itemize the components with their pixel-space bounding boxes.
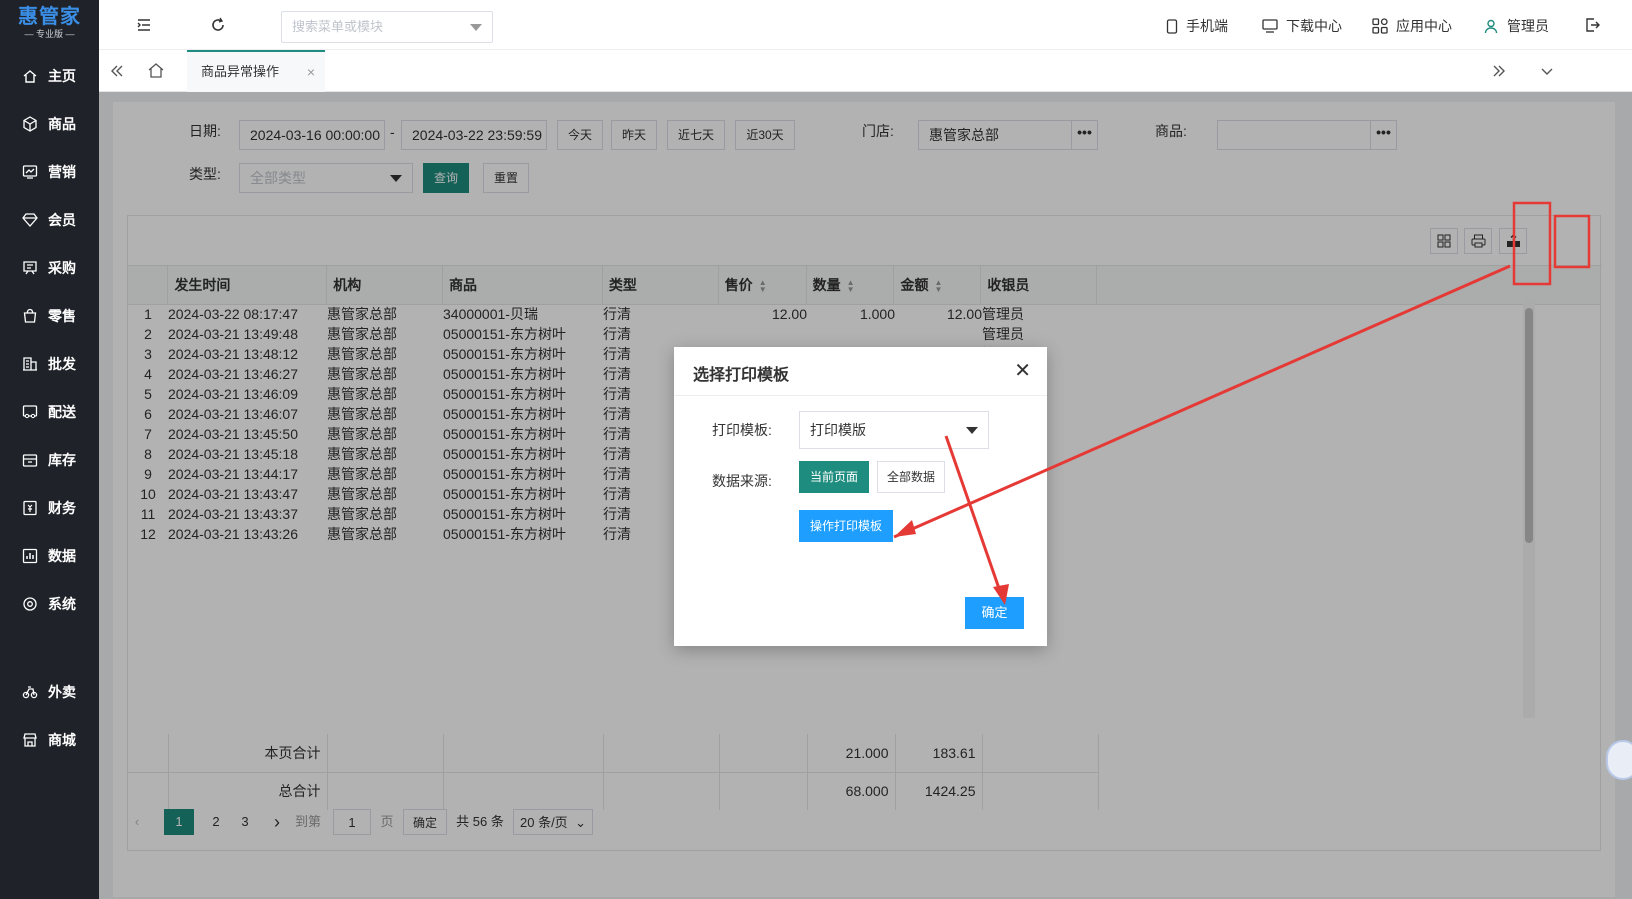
refresh-icon[interactable] [210,17,226,33]
purchase-icon [23,261,37,275]
sidebar: 惠管家 — 专业版 — 主页商品营销会员采购零售批发配送库存财务数据系统外卖商城 [0,0,99,899]
chart-icon [22,548,38,564]
tab-bar: 商品异常操作 × [99,50,1632,92]
edit-print-template-button[interactable]: 操作打印模板 [799,510,893,542]
sidebar-item-2[interactable]: 营销 [0,152,99,192]
sidebar-item-label: 财务 [48,500,76,516]
dialog-divider [674,395,1047,396]
diamond-icon [22,213,38,227]
template-label: 打印模板: [712,422,772,438]
logout-icon[interactable] [1584,17,1600,33]
menu-search-select[interactable]: 搜索菜单或模块 [281,11,493,43]
sidebar-item-label: 采购 [48,260,76,276]
monitor-icon [1262,19,1278,33]
sidebar-item-label: 库存 [48,452,76,468]
bag-icon [23,308,37,323]
template-select[interactable]: 打印模版 [799,411,989,449]
mobile-link[interactable]: 手机端 [1166,16,1228,36]
template-value: 打印模版 [810,422,866,438]
tab-label: 商品异常操作 [201,64,280,79]
double-chevron-left-icon[interactable] [109,63,125,79]
sidebar-item-label: 批发 [48,356,76,372]
gear-icon [23,597,37,611]
sidebar-item-label: 商城 [48,732,76,748]
store-icon [23,733,37,747]
topbar: 搜索菜单或模块 手机端 下载中心 应用中心 管理员 [99,0,1632,50]
mobile-label: 手机端 [1186,18,1228,34]
sidebar-item-4[interactable]: 采购 [0,248,99,288]
user-name: 管理员 [1507,18,1549,34]
box-icon [22,454,38,467]
sidebar-item-label: 系统 [48,596,76,612]
sidebar-item-label: 外卖 [48,684,76,700]
home-tab-icon[interactable] [147,61,165,79]
floating-assistant-icon[interactable] [1606,740,1632,780]
apps-icon [1372,18,1388,34]
dialog-title: 选择打印模板 [693,367,790,384]
sidebar-item-label: 商品 [48,116,76,132]
trend-icon [22,165,38,179]
logo-subtitle: — 专业版 — [24,29,75,39]
user-menu[interactable]: 管理员 [1483,16,1549,36]
print-template-dialog: 选择打印模板 ✕ 打印模板: 打印模版 数据来源: 当前页面 全部数据 操作打印… [674,347,1047,646]
sidebar-item-8[interactable]: 库存 [0,440,99,480]
sidebar-item-label: 营销 [48,164,76,180]
bike-icon [22,686,38,699]
user-icon [1484,19,1498,34]
all-data-button[interactable]: 全部数据 [877,461,945,493]
apps-label: 应用中心 [1396,18,1452,34]
close-icon[interactable]: ✕ [1014,358,1031,383]
sidebar-item-12[interactable]: 外卖 [0,672,99,712]
sidebar-item-label: 零售 [48,308,76,324]
tab-close-icon[interactable]: × [307,52,315,92]
sidebar-item-9[interactable]: 财务 [0,488,99,528]
sidebar-item-6[interactable]: 批发 [0,344,99,384]
double-chevron-right-icon[interactable] [1491,63,1507,79]
home-icon [23,70,37,83]
cube-icon [23,116,37,132]
download-label: 下载中心 [1286,18,1342,34]
chevron-down-icon[interactable] [1539,63,1555,79]
sidebar-item-label: 数据 [48,548,76,564]
sidebar-item-3[interactable]: 会员 [0,200,99,240]
chevron-down-icon [966,427,978,434]
logo-title: 惠管家 [18,6,81,28]
building-icon [23,357,37,371]
app-center-link[interactable]: 应用中心 [1372,16,1452,36]
sidebar-item-label: 主页 [48,68,76,84]
finance-icon [23,500,37,516]
sidebar-item-13[interactable]: 商城 [0,720,99,760]
chevron-down-icon [470,24,482,31]
mobile-icon [1166,18,1178,34]
sidebar-item-label: 配送 [48,404,76,420]
sidebar-item-0[interactable]: 主页 [0,56,99,96]
sidebar-item-11[interactable]: 系统 [0,584,99,624]
source-label: 数据来源: [712,473,772,489]
sidebar-item-10[interactable]: 数据 [0,536,99,576]
sidebar-item-label: 会员 [48,212,76,228]
menu-toggle-icon[interactable] [136,17,152,33]
ok-button[interactable]: 确定 [965,597,1024,629]
menu-search-placeholder: 搜索菜单或模块 [292,19,384,34]
truck-icon [22,405,38,419]
tab-product-exception[interactable]: 商品异常操作 × [187,50,325,92]
current-page-button[interactable]: 当前页面 [799,461,869,493]
sidebar-item-1[interactable]: 商品 [0,104,99,144]
logo: 惠管家 — 专业版 — [0,0,99,50]
sidebar-item-7[interactable]: 配送 [0,392,99,432]
download-center-link[interactable]: 下载中心 [1262,16,1342,36]
sidebar-item-5[interactable]: 零售 [0,296,99,336]
